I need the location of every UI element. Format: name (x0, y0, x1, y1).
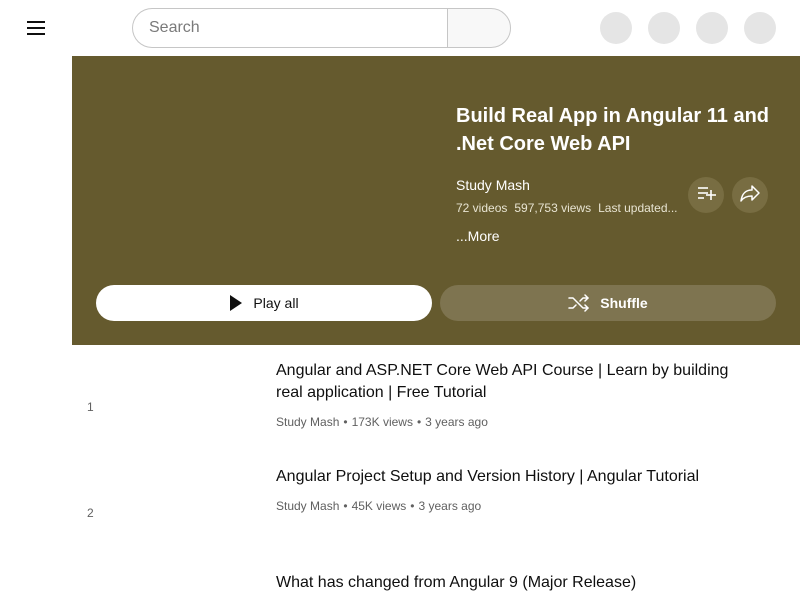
play-icon (229, 295, 243, 311)
playlist-channel-link[interactable]: Study Mash (456, 177, 530, 193)
apps-button[interactable] (648, 12, 680, 44)
search-button[interactable] (447, 8, 511, 48)
play-all-label: Play all (253, 295, 299, 311)
search-box (132, 8, 511, 48)
more-link[interactable]: ...More (456, 228, 500, 244)
view-count: 597,753 views (514, 201, 592, 215)
video-meta: Study Mash • 45K views • 3 years ago (276, 499, 482, 513)
create-button[interactable] (600, 12, 632, 44)
video-channel[interactable]: Study Mash (276, 499, 339, 513)
video-views: 173K views (351, 415, 413, 429)
playlist-video-item[interactable]: 2 Angular Project Setup and Version Hist… (72, 451, 800, 557)
share-icon (739, 183, 761, 208)
playlist-video-item[interactable]: 1 Angular and ASP.NET Core Web API Cours… (72, 345, 800, 451)
video-index: 2 (87, 506, 94, 520)
shuffle-icon (568, 294, 590, 312)
video-channel[interactable]: Study Mash (276, 415, 339, 429)
share-button[interactable] (732, 177, 768, 213)
video-age: 3 years ago (425, 415, 488, 429)
video-index: 1 (87, 400, 94, 414)
shuffle-label: Shuffle (600, 295, 648, 311)
video-meta: Study Mash • 173K views • 3 years ago (276, 415, 488, 429)
top-bar (0, 0, 800, 56)
video-age: 3 years ago (418, 499, 482, 513)
shuffle-button[interactable]: Shuffle (440, 285, 776, 321)
video-title[interactable]: Angular Project Setup and Version Histor… (276, 466, 746, 488)
playlist-video-item[interactable]: What has changed from Angular 9 (Major R… (72, 557, 800, 600)
save-playlist-button[interactable] (688, 177, 724, 213)
video-views: 45K views (351, 499, 407, 513)
playlist-header: Build Real App in Angular 11 and .Net Co… (72, 56, 800, 345)
video-title[interactable]: Angular and ASP.NET Core Web API Course … (276, 360, 746, 404)
video-count: 72 videos (456, 201, 508, 215)
play-all-button[interactable]: Play all (96, 285, 432, 321)
last-updated: Last updated... (598, 201, 678, 215)
add-to-playlist-icon (696, 183, 716, 208)
notifications-button[interactable] (696, 12, 728, 44)
playlist-stats: 72 videos 597,753 views Last updated... (456, 201, 685, 215)
playlist-title: Build Real App in Angular 11 and .Net Co… (456, 105, 769, 155)
avatar[interactable] (744, 12, 776, 44)
menu-icon[interactable] (22, 14, 50, 42)
search-input[interactable] (132, 8, 448, 48)
video-title[interactable]: What has changed from Angular 9 (Major R… (276, 572, 746, 594)
